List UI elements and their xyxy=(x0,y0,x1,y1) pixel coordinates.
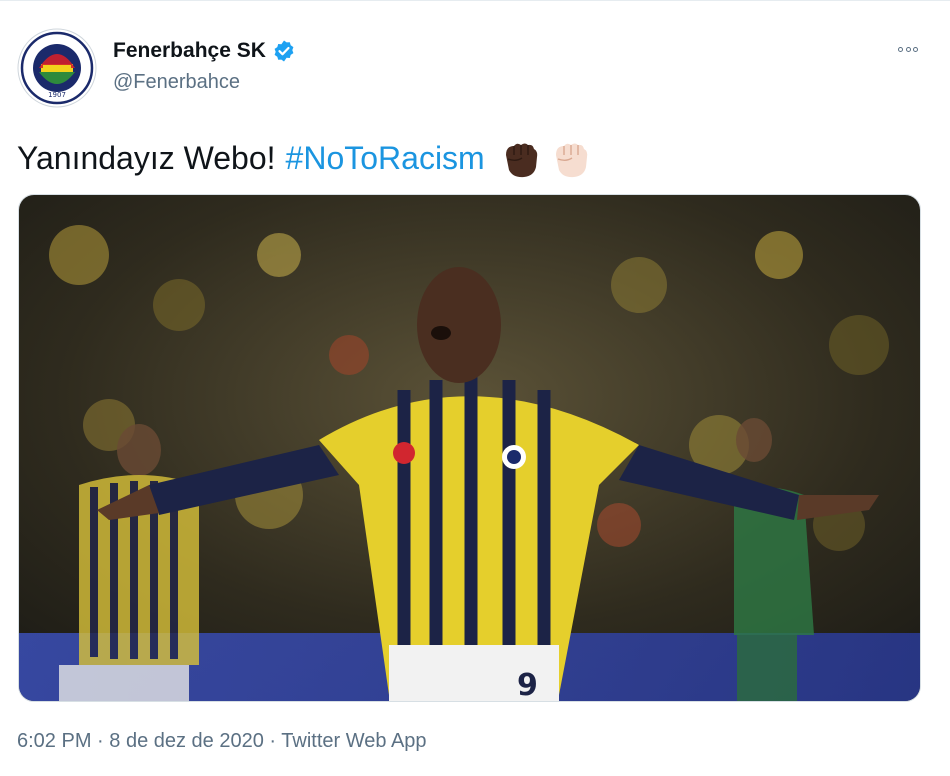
meta-separator: · xyxy=(97,730,110,752)
verified-badge-icon xyxy=(274,40,294,62)
logo-year: 1907 xyxy=(48,91,66,99)
avatar[interactable]: 1907 xyxy=(17,28,97,108)
meta-separator: · xyxy=(269,730,282,752)
tweet-photo[interactable]: 9 xyxy=(18,194,921,702)
tweet-source[interactable]: Twitter Web App xyxy=(281,730,426,752)
fenerbahce-logo-icon: 1907 xyxy=(17,28,97,108)
tweet-time[interactable]: 6:02 PM xyxy=(17,730,91,752)
tweet-text: Yanındayız Webo! #NoToRacism xyxy=(17,135,593,181)
jersey-number: 9 xyxy=(517,668,538,702)
hashtag-link[interactable]: #NoToRacism xyxy=(286,140,485,177)
more-options-icon[interactable] xyxy=(891,37,925,61)
tweet-date[interactable]: 8 de dez de 2020 xyxy=(109,730,264,752)
tweet-text-main: Yanındayız Webo! xyxy=(17,139,276,176)
tweet-card[interactable]: 1907 Fenerbahçe SK @Fenerbahce Yanındayı… xyxy=(0,0,950,776)
tweet-meta: 6:02 PM · 8 de dez de 2020 · Twitter Web… xyxy=(17,730,427,753)
dark-raised-fist-icon xyxy=(505,143,537,178)
author-name-row[interactable]: Fenerbahçe SK xyxy=(113,39,296,63)
light-raised-fist-icon xyxy=(555,143,587,178)
photo-football-player-celebrating: 9 xyxy=(19,195,920,702)
display-name[interactable]: Fenerbahçe SK xyxy=(113,39,266,63)
user-handle[interactable]: @Fenerbahce xyxy=(113,71,240,94)
